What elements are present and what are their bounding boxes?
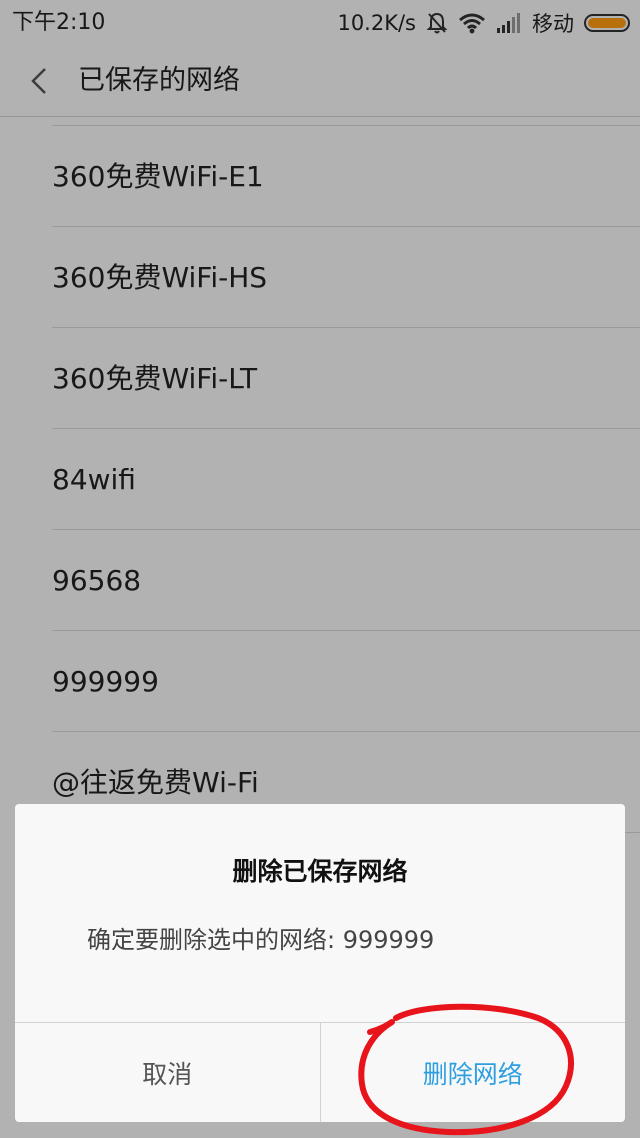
cancel-button[interactable]: 取消 <box>15 1023 321 1122</box>
dialog-title: 删除已保存网络 <box>232 857 408 886</box>
dialog-message: 确定要删除选中的网络: 999999 <box>87 926 435 954</box>
delete-network-button[interactable]: 删除网络 <box>321 1023 626 1122</box>
delete-network-dialog: 删除已保存网络 确定要删除选中的网络: 999999 取消 删除网络 <box>15 804 625 1122</box>
dialog-buttons: 取消 删除网络 <box>15 1022 625 1122</box>
